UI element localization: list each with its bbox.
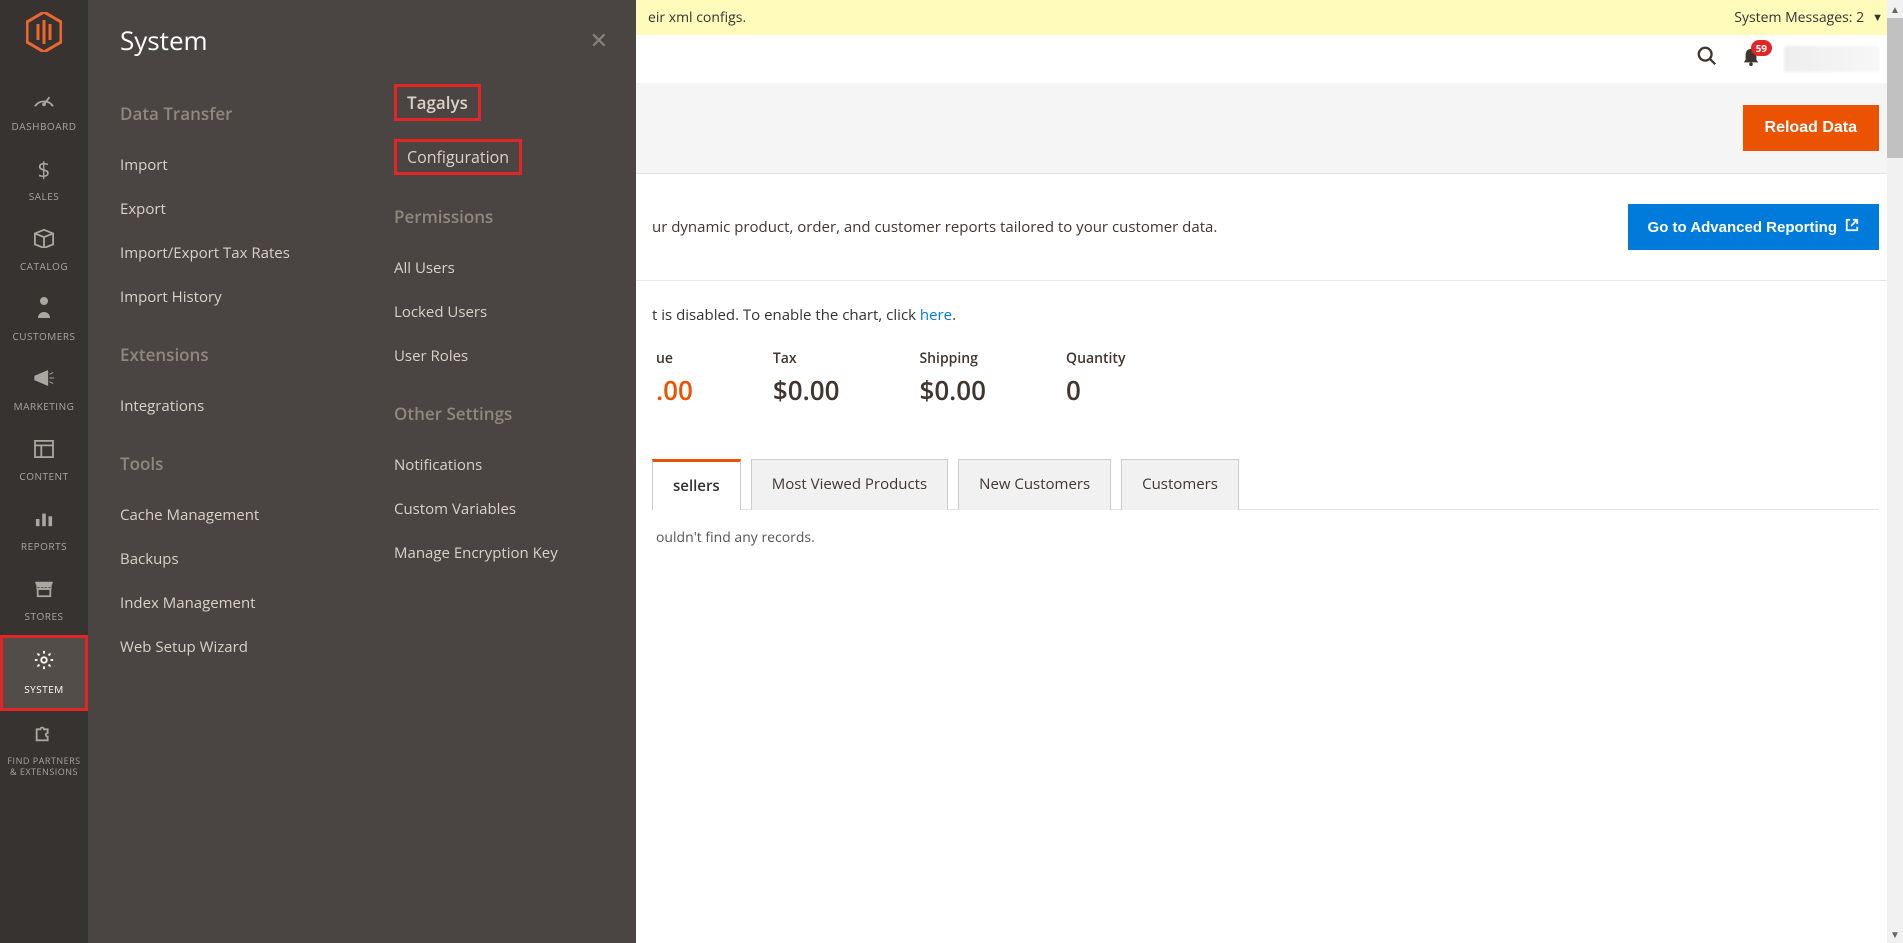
metric-label: Quantity xyxy=(1066,349,1125,368)
dashboard-tabs: sellers Most Viewed Products New Custome… xyxy=(652,458,1879,510)
link-integrations[interactable]: Integrations xyxy=(120,384,330,428)
nav-label: CONTENT xyxy=(19,469,68,483)
nav-label: MARKETING xyxy=(14,399,75,413)
section-permissions: Permissions xyxy=(394,205,604,228)
section-data-transfer: Data Transfer xyxy=(120,102,330,125)
nav-find-partners[interactable]: FIND PARTNERS & EXTENSIONS xyxy=(0,711,88,789)
link-configuration-highlighted[interactable]: Configuration xyxy=(394,139,522,175)
nav-label: SYSTEM xyxy=(24,682,64,696)
scroll-thumb[interactable] xyxy=(1887,18,1903,158)
admin-nav-rail: DASHBOARD $ SALES CATALOG CUSTOMERS MARK… xyxy=(0,0,88,943)
link-index-management[interactable]: Index Management xyxy=(120,581,330,625)
section-tagalys-highlighted: Tagalys xyxy=(394,84,481,121)
metric-label: Tax xyxy=(773,349,840,368)
link-all-users[interactable]: All Users xyxy=(394,246,604,290)
nav-label: DASHBOARD xyxy=(12,119,77,133)
nav-label: FIND PARTNERS & EXTENSIONS xyxy=(0,755,88,777)
link-backups[interactable]: Backups xyxy=(120,537,330,581)
nav-label: CATALOG xyxy=(20,259,68,273)
link-export[interactable]: Export xyxy=(120,187,330,231)
link-user-roles[interactable]: User Roles xyxy=(394,334,604,378)
section-tools: Tools xyxy=(120,452,330,475)
nav-dashboard[interactable]: DASHBOARD xyxy=(0,75,88,145)
tab-most-viewed[interactable]: Most Viewed Products xyxy=(751,459,948,510)
gauge-icon xyxy=(33,85,55,115)
notifications-bell[interactable]: 59 xyxy=(1742,46,1760,73)
nav-catalog[interactable]: CATALOG xyxy=(0,215,88,285)
tab-bestsellers[interactable]: sellers xyxy=(652,459,741,510)
tab-customers[interactable]: Customers xyxy=(1121,459,1239,510)
gear-icon xyxy=(33,648,55,678)
section-extensions: Extensions xyxy=(120,343,330,366)
search-icon[interactable] xyxy=(1696,45,1718,73)
external-link-icon xyxy=(1845,218,1859,236)
link-custom-variables[interactable]: Custom Variables xyxy=(394,487,604,531)
nav-system[interactable]: SYSTEM xyxy=(0,635,88,711)
scroll-down-arrow[interactable]: ▼ xyxy=(1887,925,1903,943)
layout-icon xyxy=(34,435,54,465)
nav-reports[interactable]: REPORTS xyxy=(0,495,88,565)
system-messages-count[interactable]: System Messages: 2 xyxy=(1734,8,1864,27)
storefront-icon xyxy=(33,575,55,605)
vertical-scrollbar[interactable]: ▲ ▼ xyxy=(1887,0,1903,943)
scroll-up-arrow[interactable]: ▲ xyxy=(1887,0,1903,18)
flyout-title: System xyxy=(120,22,208,58)
person-icon xyxy=(36,295,52,325)
puzzle-icon xyxy=(33,721,55,751)
metric-quantity: Quantity 0 xyxy=(1066,349,1125,408)
go-advanced-reporting-button[interactable]: Go to Advanced Reporting xyxy=(1628,204,1879,250)
metric-value: $0.00 xyxy=(773,372,840,408)
nav-stores[interactable]: STORES xyxy=(0,565,88,635)
section-other-settings: Other Settings xyxy=(394,402,604,425)
link-import-history[interactable]: Import History xyxy=(120,275,330,319)
button-label: Go to Advanced Reporting xyxy=(1648,219,1837,236)
dollar-icon: $ xyxy=(37,155,50,185)
metrics-row: ue .00 Tax $0.00 Shipping $0.00 Quantity… xyxy=(652,349,1879,408)
nav-sales[interactable]: $ SALES xyxy=(0,145,88,215)
note-prefix: t is disabled. To enable the chart, clic… xyxy=(652,305,920,325)
megaphone-icon xyxy=(33,365,55,395)
metric-value: 0 xyxy=(1066,372,1125,408)
link-web-setup-wizard[interactable]: Web Setup Wizard xyxy=(120,625,330,669)
nav-label: REPORTS xyxy=(21,539,67,553)
metric-shipping: Shipping $0.00 xyxy=(919,349,986,408)
enable-chart-link[interactable]: here xyxy=(920,305,952,325)
nav-label: SALES xyxy=(29,189,60,203)
note-suffix: . xyxy=(952,305,956,325)
link-cache-management[interactable]: Cache Management xyxy=(120,493,330,537)
link-locked-users[interactable]: Locked Users xyxy=(394,290,604,334)
nav-marketing[interactable]: MARKETING xyxy=(0,355,88,425)
metric-label: ue xyxy=(656,349,693,368)
reload-data-button[interactable]: Reload Data xyxy=(1743,105,1879,151)
tab-new-customers[interactable]: New Customers xyxy=(958,459,1111,510)
notification-badge: 59 xyxy=(1751,40,1772,56)
link-import-export-tax[interactable]: Import/Export Tax Rates xyxy=(120,231,330,275)
magento-logo[interactable] xyxy=(26,12,62,57)
bars-icon xyxy=(34,505,54,535)
system-flyout: System ✕ Data Transfer Import Export Imp… xyxy=(88,0,636,943)
nav-content[interactable]: CONTENT xyxy=(0,425,88,495)
caret-down-icon[interactable]: ▼ xyxy=(1872,10,1883,25)
link-import[interactable]: Import xyxy=(120,143,330,187)
link-notifications[interactable]: Notifications xyxy=(394,443,604,487)
nav-customers[interactable]: CUSTOMERS xyxy=(0,285,88,355)
nav-label: STORES xyxy=(25,609,64,623)
box-icon xyxy=(33,225,55,255)
chart-disabled-note: t is disabled. To enable the chart, clic… xyxy=(652,305,1879,325)
metric-label: Shipping xyxy=(919,349,986,368)
nav-label: CUSTOMERS xyxy=(12,329,75,343)
metric-tax: Tax $0.00 xyxy=(773,349,840,408)
metric-value: .00 xyxy=(656,372,693,408)
close-icon[interactable]: ✕ xyxy=(590,25,608,55)
link-manage-encryption-key[interactable]: Manage Encryption Key xyxy=(394,531,604,575)
metric-revenue: ue .00 xyxy=(656,349,693,408)
metric-value: $0.00 xyxy=(919,372,986,408)
tab-empty-message: ouldn't find any records. xyxy=(652,510,1879,565)
user-menu[interactable] xyxy=(1784,46,1879,72)
